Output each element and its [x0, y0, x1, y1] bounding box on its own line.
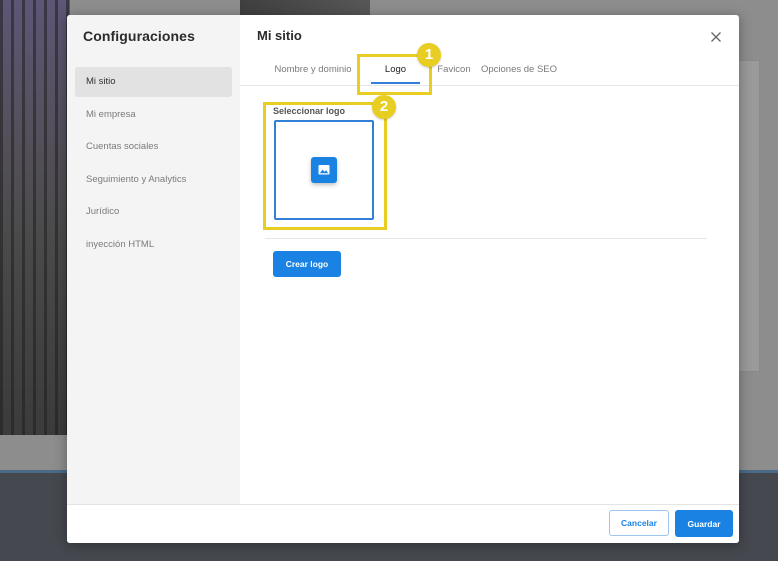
sidebar-item-mi-empresa[interactable]: Mi empresa [75, 100, 232, 130]
sidebar-title: Configuraciones [83, 28, 195, 44]
settings-sidebar: Configuraciones Mi sitio Mi empresa Cuen… [67, 15, 240, 504]
section-divider [265, 238, 707, 239]
highlight-box-logo-upload [263, 102, 387, 230]
sidebar-nav: Mi sitio Mi empresa Cuentas sociales Seg… [75, 67, 232, 262]
tab-bar: Nombre y dominio Logo Favicon Opciones d… [240, 55, 739, 86]
close-button[interactable] [707, 28, 725, 46]
sidebar-item-seguimiento-analytics[interactable]: Seguimiento y Analytics [75, 165, 232, 195]
sidebar-item-mi-sitio[interactable]: Mi sitio [75, 67, 232, 97]
sidebar-item-inyeccion-html[interactable]: inyección HTML [75, 230, 232, 260]
save-button[interactable]: Guardar [675, 510, 733, 537]
settings-main-panel: Mi sitio Nombre y dominio Logo Favicon O… [240, 15, 739, 504]
tab-opciones-de-seo[interactable]: Opciones de SEO [468, 55, 570, 85]
page-title: Mi sitio [257, 28, 302, 43]
sidebar-item-juridico[interactable]: Jurídico [75, 197, 232, 227]
tab-nombre-y-dominio[interactable]: Nombre y dominio [270, 55, 356, 85]
background-side-panel [738, 60, 760, 372]
sidebar-item-cuentas-sociales[interactable]: Cuentas sociales [75, 132, 232, 162]
close-icon [711, 32, 721, 42]
modal-footer: Cancelar Guardar [67, 504, 739, 543]
step-marker-2: 2 [372, 95, 396, 119]
background-gate-photo [0, 0, 70, 435]
create-logo-button[interactable]: Crear logo [273, 251, 341, 277]
background-photo-strip [240, 0, 370, 15]
cancel-button[interactable]: Cancelar [609, 510, 669, 536]
step-marker-1: 1 [417, 43, 441, 67]
